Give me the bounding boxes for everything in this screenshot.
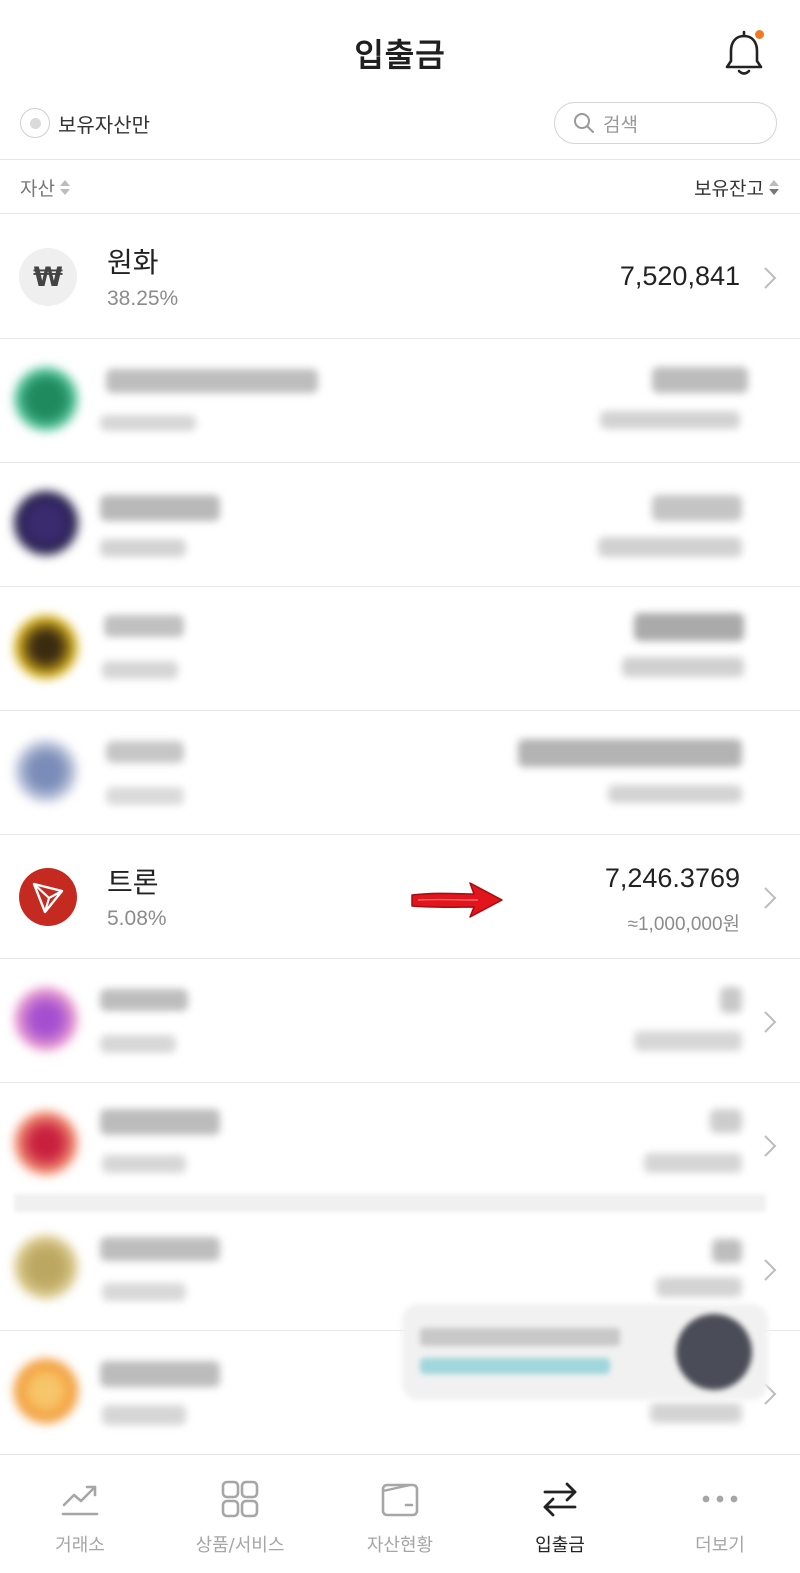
grid-icon (221, 1480, 259, 1518)
redacted-text (100, 1035, 176, 1053)
redacted-text (622, 657, 744, 677)
redacted-text (100, 989, 188, 1011)
wallet-icon (381, 1483, 419, 1517)
chevron-right-icon (764, 1259, 777, 1281)
asset-column-label: 자산 (20, 178, 55, 200)
chart-trend-icon (61, 1485, 99, 1516)
tab-transfer[interactable]: 입출금 (480, 1455, 640, 1573)
bottom-tab-bar: 거래소 상품/서비스 자산현황 입출금 더보기 (0, 1454, 800, 1573)
asset-name: 원화 (107, 246, 159, 279)
redacted-coin-icon (14, 1111, 78, 1175)
column-header: 자산 보유잔고 (0, 160, 800, 214)
asset-row-won[interactable]: ₩ 원화 38.25% 7,520,841 (0, 215, 800, 339)
search-icon (574, 113, 594, 133)
redacted-text (712, 1239, 742, 1263)
redacted-text (600, 411, 740, 429)
redacted-text (644, 1153, 742, 1173)
transfer-icon (543, 1482, 577, 1517)
asset-balance: 7,520,841 (619, 261, 740, 291)
app-header: 입출금 (0, 0, 800, 104)
filter-bar: 보유자산만 검색 (0, 102, 800, 160)
won-icon: ₩ (19, 248, 77, 306)
chevron-right-icon (764, 1011, 777, 1033)
tab-more[interactable]: 더보기 (640, 1455, 800, 1573)
redacted-text (608, 785, 742, 803)
chevron-right-icon (764, 267, 777, 289)
redacted-text (100, 415, 196, 431)
redacted-coin-icon (14, 1235, 78, 1299)
sort-icon (768, 178, 780, 198)
redacted-coin-icon (14, 1359, 78, 1423)
redacted-coin-icon (14, 987, 78, 1051)
redacted-text (518, 739, 742, 767)
redacted-coin-icon (14, 367, 78, 431)
notification-dot (755, 30, 764, 39)
asset-row-redacted[interactable] (0, 1083, 800, 1207)
asset-row-redacted[interactable] (0, 959, 800, 1083)
redacted-text (710, 1109, 742, 1133)
redacted-coin-icon (14, 615, 78, 679)
redacted-text (100, 1109, 220, 1135)
asset-row-redacted[interactable] (0, 339, 800, 463)
search-input[interactable]: 검색 (554, 102, 777, 144)
redacted-text (106, 369, 318, 393)
redacted-text (634, 613, 744, 641)
red-arrow-annotation-icon (411, 882, 503, 918)
sort-by-asset[interactable]: 자산 (20, 174, 71, 201)
redacted-text (106, 741, 184, 763)
more-icon (702, 1495, 738, 1503)
holding-only-label: 보유자산만 (58, 112, 150, 137)
redacted-text (598, 537, 742, 557)
tab-exchange[interactable]: 거래소 (0, 1455, 160, 1573)
asset-krw-value: ≈1,000,000원 (627, 914, 740, 935)
redacted-coin-icon (14, 739, 78, 803)
asset-row-redacted[interactable] (0, 587, 800, 711)
radio-icon (20, 108, 50, 138)
redacted-text (100, 495, 220, 521)
redacted-text (634, 1031, 742, 1051)
chevron-right-icon (764, 1135, 777, 1157)
redacted-text (652, 495, 742, 521)
redacted-floating-banner[interactable] (402, 1304, 768, 1400)
redacted-text (652, 367, 748, 393)
tab-label: 자산현황 (366, 1535, 434, 1556)
tab-label: 입출금 (535, 1535, 585, 1556)
redacted-text (106, 787, 184, 805)
chevron-right-icon (764, 887, 777, 909)
redacted-avatar (676, 1314, 752, 1390)
redacted-text (102, 1155, 186, 1173)
page-title: 입출금 (354, 36, 446, 74)
tab-label: 상품/서비스 (195, 1535, 285, 1556)
redacted-coin-icon (14, 491, 78, 555)
redacted-text (650, 1403, 742, 1423)
sort-icon (59, 178, 71, 198)
redacted-text (102, 1283, 186, 1301)
redacted-text (102, 661, 178, 679)
redacted-text (100, 1237, 220, 1261)
redacted-text (102, 1405, 186, 1425)
redacted-text (100, 539, 186, 557)
asset-row-tron[interactable]: 트론 5.08% 7,246.3769 ≈1,000,000원 (0, 835, 800, 959)
redacted-text (656, 1277, 742, 1297)
holding-only-toggle[interactable]: 보유자산만 (20, 106, 150, 140)
asset-name: 트론 (107, 866, 159, 899)
asset-percent: 5.08% (107, 907, 167, 930)
tab-products[interactable]: 상품/서비스 (160, 1455, 320, 1573)
redacted-text (100, 1361, 220, 1387)
asset-percent: 38.25% (107, 287, 179, 310)
balance-column-label: 보유잔고 (694, 178, 764, 200)
notification-button[interactable] (722, 30, 766, 78)
sort-by-balance[interactable]: 보유잔고 (694, 174, 780, 201)
search-placeholder: 검색 (603, 113, 638, 136)
tron-logo-icon (32, 882, 64, 914)
asset-row-redacted[interactable] (0, 711, 800, 835)
tab-assets[interactable]: 자산현황 (320, 1455, 480, 1573)
redacted-text (720, 987, 742, 1013)
tab-label: 거래소 (55, 1535, 105, 1556)
tron-icon (19, 868, 77, 926)
asset-row-redacted[interactable] (0, 463, 800, 587)
asset-balance: 7,246.3769 (604, 863, 740, 893)
tab-label: 더보기 (695, 1535, 745, 1556)
redacted-text (104, 615, 184, 637)
